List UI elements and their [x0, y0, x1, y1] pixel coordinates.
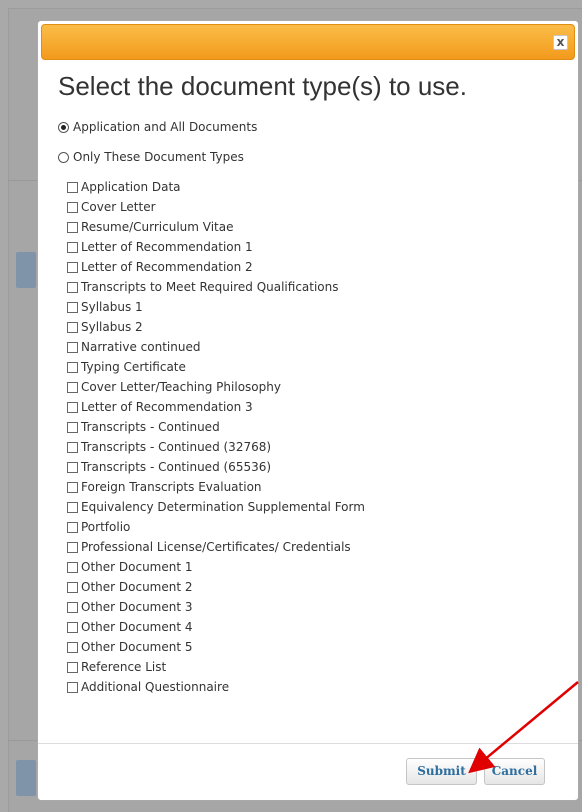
document-type-label: Other Document 5: [81, 640, 193, 654]
document-type-label: Transcripts - Continued: [81, 420, 220, 434]
document-type-list: Application Data Cover Letter Resume/Curri…: [67, 177, 365, 697]
document-type-item[interactable]: Other Document 3: [67, 597, 365, 617]
radio-button[interactable]: [58, 151, 69, 163]
document-type-label: Resume/Curriculum Vitae: [81, 220, 234, 234]
document-type-item[interactable]: Letter of Recommendation 3: [67, 397, 365, 417]
document-type-label: Narrative continued: [81, 340, 201, 354]
document-type-item[interactable]: Typing Certificate: [67, 357, 365, 377]
submit-button[interactable]: Submit: [406, 758, 477, 785]
document-type-item[interactable]: Cover Letter/Teaching Philosophy: [67, 377, 365, 397]
checkbox[interactable]: [67, 661, 78, 673]
document-type-label: Transcripts to Meet Required Qualificati…: [81, 280, 339, 294]
checkbox[interactable]: [67, 321, 78, 333]
document-type-label: Syllabus 1: [81, 300, 143, 314]
radio-label: Only These Document Types: [73, 150, 244, 164]
radio-button[interactable]: [58, 121, 69, 133]
document-type-label: Professional License/Certificates/ Crede…: [81, 540, 351, 554]
dialog-titlebar: x: [41, 24, 575, 60]
document-type-item[interactable]: Cover Letter: [67, 197, 365, 217]
document-type-item[interactable]: Transcripts - Continued (32768): [67, 437, 365, 457]
document-type-item[interactable]: Portfolio: [67, 517, 365, 537]
checkbox[interactable]: [67, 281, 78, 293]
document-type-label: Syllabus 2: [81, 320, 143, 334]
document-type-item[interactable]: Syllabus 2: [67, 317, 365, 337]
footer-divider: [38, 743, 578, 744]
radio-option-all-documents[interactable]: Application and All Documents: [58, 117, 257, 137]
document-type-item[interactable]: Transcripts - Continued (65536): [67, 457, 365, 477]
document-type-item[interactable]: Reference List: [67, 657, 365, 677]
cancel-button[interactable]: Cancel: [484, 758, 545, 785]
document-type-item[interactable]: Narrative continued: [67, 337, 365, 357]
checkbox[interactable]: [67, 501, 78, 513]
checkbox[interactable]: [67, 201, 78, 213]
document-type-label: Equivalency Determination Supplemental F…: [81, 500, 365, 514]
checkbox[interactable]: [67, 181, 78, 193]
document-type-item[interactable]: Transcripts to Meet Required Qualificati…: [67, 277, 365, 297]
document-type-label: Application Data: [81, 180, 181, 194]
checkbox[interactable]: [67, 681, 78, 693]
checkbox[interactable]: [67, 401, 78, 413]
document-type-label: Transcripts - Continued (32768): [81, 440, 272, 454]
checkbox[interactable]: [67, 541, 78, 553]
document-type-label: Other Document 3: [81, 600, 193, 614]
checkbox[interactable]: [67, 341, 78, 353]
document-type-item[interactable]: Additional Questionnaire: [67, 677, 365, 697]
document-type-label: Cover Letter: [81, 200, 156, 214]
checkbox[interactable]: [67, 301, 78, 313]
document-type-item[interactable]: Letter of Recommendation 2: [67, 257, 365, 277]
document-type-label: Foreign Transcripts Evaluation: [81, 480, 262, 494]
dialog-heading: Select the document type(s) to use.: [58, 71, 467, 101]
document-type-label: Typing Certificate: [81, 360, 186, 374]
document-type-label: Letter of Recommendation 1: [81, 240, 253, 254]
document-type-label: Cover Letter/Teaching Philosophy: [81, 380, 281, 394]
document-type-item[interactable]: Other Document 5: [67, 637, 365, 657]
document-type-label: Other Document 2: [81, 580, 193, 594]
radio-option-only-these[interactable]: Only These Document Types: [58, 147, 244, 167]
checkbox[interactable]: [67, 561, 78, 573]
checkbox[interactable]: [67, 621, 78, 633]
document-type-item[interactable]: Other Document 2: [67, 577, 365, 597]
checkbox[interactable]: [67, 441, 78, 453]
document-type-item[interactable]: Equivalency Determination Supplemental F…: [67, 497, 365, 517]
document-type-label: Additional Questionnaire: [81, 680, 230, 694]
document-type-item[interactable]: Other Document 4: [67, 617, 365, 637]
background-button: [16, 252, 36, 288]
checkbox[interactable]: [67, 481, 78, 493]
document-type-item[interactable]: Letter of Recommendation 1: [67, 237, 365, 257]
document-type-label: Reference List: [81, 660, 167, 674]
document-type-label: Transcripts - Continued (65536): [81, 460, 272, 474]
checkbox[interactable]: [67, 421, 78, 433]
checkbox[interactable]: [67, 521, 78, 533]
checkbox[interactable]: [67, 601, 78, 613]
document-type-dialog: x Select the document type(s) to use. Ap…: [37, 20, 579, 801]
document-type-label: Letter of Recommendation 3: [81, 400, 253, 414]
document-type-item[interactable]: Application Data: [67, 177, 365, 197]
document-type-label: Letter of Recommendation 2: [81, 260, 253, 274]
document-type-item[interactable]: Other Document 1: [67, 557, 365, 577]
document-type-item[interactable]: Transcripts - Continued: [67, 417, 365, 437]
checkbox[interactable]: [67, 581, 78, 593]
checkbox[interactable]: [67, 221, 78, 233]
document-type-item[interactable]: Syllabus 1: [67, 297, 365, 317]
background-button: [16, 760, 36, 796]
checkbox[interactable]: [67, 461, 78, 473]
checkbox[interactable]: [67, 361, 78, 373]
radio-label: Application and All Documents: [73, 120, 258, 134]
document-type-item[interactable]: Foreign Transcripts Evaluation: [67, 477, 365, 497]
checkbox[interactable]: [67, 641, 78, 653]
close-icon[interactable]: x: [553, 35, 568, 50]
checkbox[interactable]: [67, 381, 78, 393]
checkbox[interactable]: [67, 241, 78, 253]
checkbox[interactable]: [67, 261, 78, 273]
document-type-label: Other Document 1: [81, 560, 193, 574]
document-type-label: Portfolio: [81, 520, 131, 534]
document-type-label: Other Document 4: [81, 620, 193, 634]
document-type-item[interactable]: Professional License/Certificates/ Crede…: [67, 537, 365, 557]
document-type-item[interactable]: Resume/Curriculum Vitae: [67, 217, 365, 237]
